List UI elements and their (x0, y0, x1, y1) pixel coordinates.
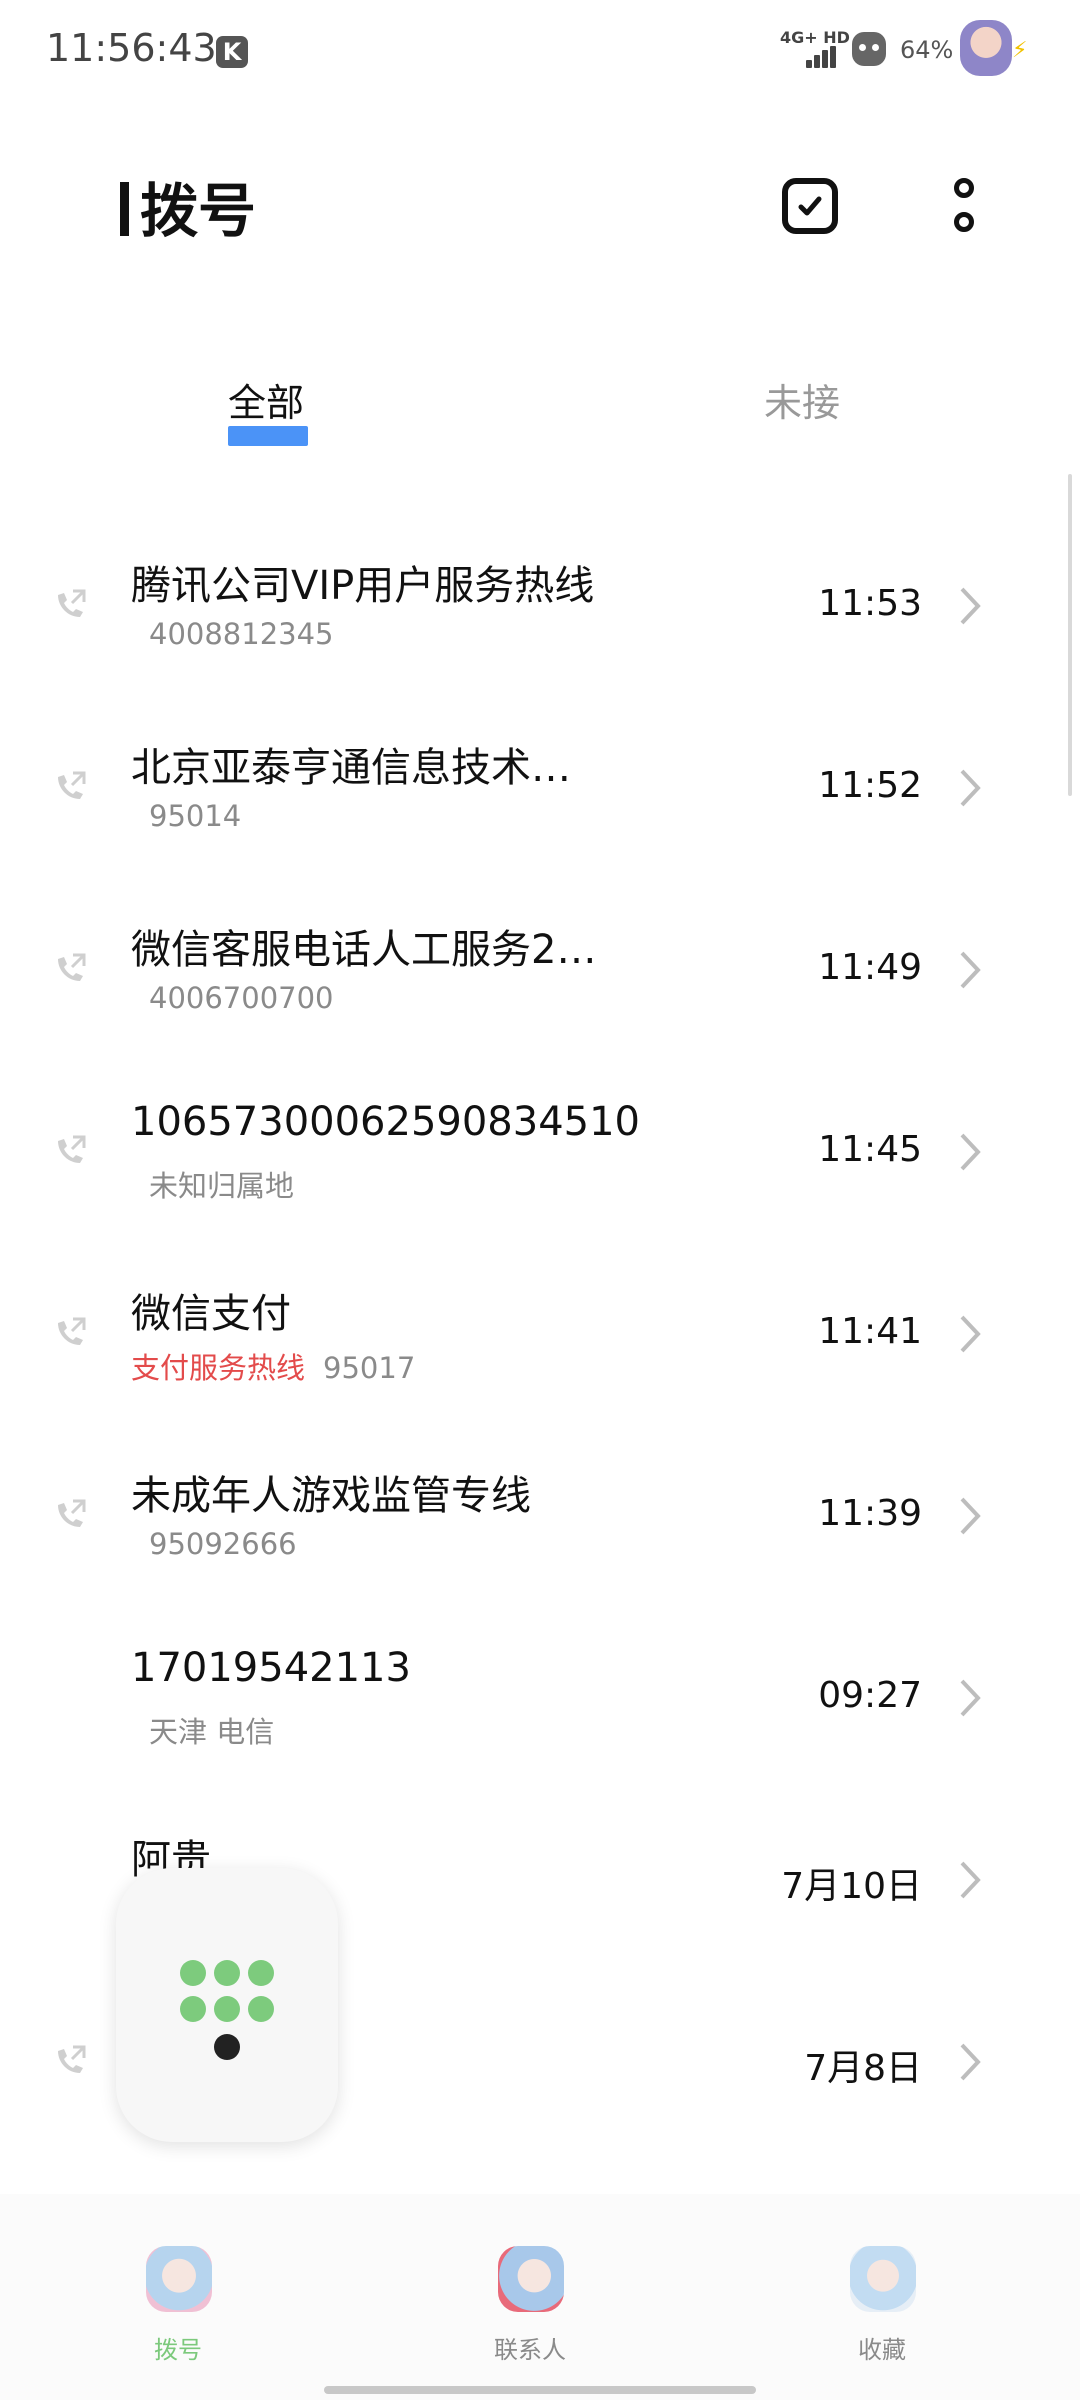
contact-name: 微信客服电话人工服务2… (131, 927, 597, 973)
call-time: 7月8日 (804, 2048, 922, 2089)
contact-name: 北京亚泰亨通信息技术… (131, 745, 571, 791)
title-accent-bar (120, 182, 129, 236)
contact-subtitle: 支付服务热线 95017 (131, 1345, 415, 1387)
robot-status-icon (852, 32, 886, 66)
nav-favorites[interactable]: 收藏 (782, 2194, 982, 2374)
chevron-right-icon[interactable] (952, 2039, 986, 2085)
status-bar: 11:56:43 K 4G+ HD 64% ⚡ (0, 0, 1080, 100)
contact-number: 95092666 (149, 1527, 297, 1561)
contact-subtitle: 天津 电信 (131, 1709, 274, 1751)
call-time: 11:45 (818, 1129, 922, 1170)
outgoing-call-icon (58, 771, 86, 799)
call-row[interactable]: 微信客服电话人工服务2… 4006700700 11:49 (0, 879, 1080, 1061)
contact-name: 10657300062590834510 (131, 1099, 640, 1145)
call-time: 11:41 (818, 1311, 922, 1352)
call-time: 11:52 (818, 765, 922, 806)
status-time: 11:56:43 (46, 26, 217, 70)
call-time: 11:49 (818, 947, 922, 988)
bottom-nav: 拨号 联系人 收藏 (0, 2194, 1080, 2400)
outgoing-call-icon (58, 1135, 86, 1163)
page-title: 拨号 (140, 177, 257, 245)
call-time: 11:53 (818, 583, 922, 624)
charging-icon: ⚡ (1012, 38, 1028, 63)
outgoing-call-icon (58, 2045, 86, 2073)
chevron-right-icon[interactable] (952, 583, 986, 629)
contact-number: 天津 电信 (149, 1715, 275, 1749)
contact-subtitle: 未知归属地 (131, 1163, 294, 1205)
nav-label: 收藏 (858, 2336, 906, 2364)
dialpad-button[interactable] (116, 1868, 338, 2142)
contact-name: 微信支付 (131, 1291, 291, 1337)
outgoing-call-icon (58, 1499, 86, 1527)
chevron-right-icon[interactable] (952, 1311, 986, 1357)
call-time: 11:39 (818, 1493, 922, 1534)
chevron-right-icon[interactable] (952, 765, 986, 811)
chevron-right-icon[interactable] (952, 1857, 986, 1903)
battery-percent: 64% (900, 36, 954, 64)
anime-avatar-icon (960, 20, 1012, 76)
call-time: 09:27 (818, 1675, 922, 1716)
contact-subtitle: 95092666 (131, 1527, 297, 1561)
more-vertical-icon[interactable] (950, 178, 978, 240)
contact-name: 腾讯公司VIP用户服务热线 (131, 563, 595, 609)
signal-icon (806, 46, 838, 68)
contact-number: 未知归属地 (149, 1169, 295, 1203)
network-type-label: 4G+ HD (780, 28, 850, 47)
contact-subtitle: 4008812345 (131, 617, 334, 651)
k-app-icon: K (216, 36, 248, 68)
contact-subtitle: 4006700700 (131, 981, 334, 1015)
call-row[interactable]: 17019542113 天津 电信 09:27 (0, 1607, 1080, 1789)
contact-subtitle: 95014 (131, 799, 241, 833)
call-row[interactable]: 未成年人游戏监管专线 95092666 11:39 (0, 1425, 1080, 1607)
chevron-right-icon[interactable] (952, 1493, 986, 1539)
favorites-sticker-icon (850, 2246, 916, 2312)
contact-name: 未成年人游戏监管专线 (131, 1473, 531, 1519)
contact-number: 4006700700 (149, 981, 334, 1015)
nav-label: 拨号 (154, 2336, 202, 2364)
outgoing-call-icon (58, 1317, 86, 1345)
contact-tag: 支付服务热线 (131, 1351, 306, 1385)
chevron-right-icon[interactable] (952, 947, 986, 993)
call-row[interactable]: 北京亚泰亨通信息技术… 95014 11:52 (0, 697, 1080, 879)
call-row[interactable]: 微信支付 支付服务热线 95017 11:41 (0, 1243, 1080, 1425)
chevron-right-icon[interactable] (952, 1675, 986, 1721)
nav-label: 联系人 (494, 2336, 566, 2364)
contact-number: 95017 (323, 1351, 416, 1385)
check-square-icon[interactable] (782, 178, 838, 234)
home-indicator[interactable] (324, 2386, 756, 2394)
call-row[interactable]: 腾讯公司VIP用户服务热线 4008812345 11:53 (0, 515, 1080, 697)
call-time: 7月10日 (781, 1866, 922, 1907)
contacts-sticker-icon (498, 2246, 564, 2312)
contact-name: 17019542113 (131, 1645, 411, 1691)
tab-missed[interactable]: 未接 (764, 372, 840, 427)
contact-number: 95014 (149, 799, 242, 833)
outgoing-call-icon (58, 589, 86, 617)
tab-active-indicator (228, 426, 308, 446)
nav-dialer[interactable]: 拨号 (78, 2194, 278, 2374)
call-row[interactable]: 10657300062590834510 未知归属地 11:45 (0, 1061, 1080, 1243)
nav-contacts[interactable]: 联系人 (430, 2194, 630, 2374)
tab-all[interactable]: 全部 (228, 372, 304, 427)
contact-number: 4008812345 (149, 617, 334, 651)
outgoing-call-icon (58, 953, 86, 981)
dialer-sticker-icon (146, 2246, 212, 2312)
chevron-right-icon[interactable] (952, 1129, 986, 1175)
